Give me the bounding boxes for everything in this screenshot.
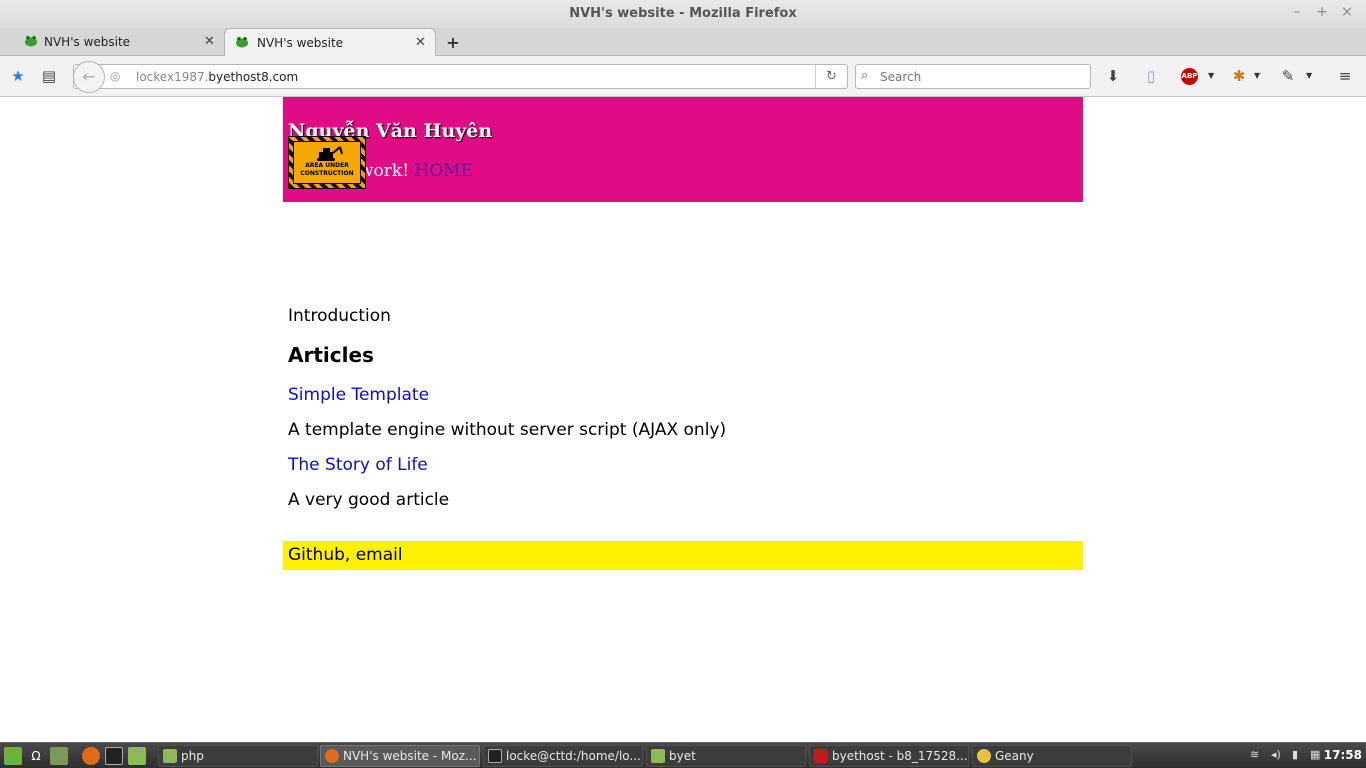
back-arrow-icon[interactable]: ←: [73, 61, 105, 93]
window-title: NVH's website - Mozilla Firefox: [569, 6, 797, 21]
site-footer: Github, email: [283, 541, 1083, 570]
show-desktop-icon[interactable]: [50, 747, 68, 765]
site-header: Nguyễn Văn Huyên Make it work! HOME: [283, 97, 1083, 202]
construction-sign: AREA UNDER CONSTRUCTION: [293, 141, 361, 184]
hamburger-menu-icon[interactable]: ≡: [1335, 66, 1355, 86]
tab-nvh-website-2[interactable]: NVH's website ✕: [224, 28, 436, 57]
tab-strip: NVH's website ✕ NVH's website ✕: [0, 28, 1366, 57]
search-input[interactable]: ⌕ Search: [855, 64, 1091, 89]
wifi-icon[interactable]: ≋: [1250, 748, 1259, 761]
tab-nvh-website-1[interactable]: NVH's website ✕: [22, 28, 222, 56]
taskbar-item-terminal[interactable]: locke@cttd:/home/lo...: [483, 745, 643, 767]
filezilla-icon: [814, 749, 828, 763]
home-link[interactable]: HOME: [414, 161, 473, 181]
task-label: NVH's website - Moz...: [343, 749, 477, 763]
article-link-story-of-life[interactable]: The Story of Life: [288, 455, 428, 475]
excavator-icon: [317, 146, 343, 161]
book-icon[interactable]: ▯: [1141, 66, 1161, 86]
article-description: A template engine without server script …: [288, 420, 727, 440]
navigation-toolbar: ★ ▤ ← ◎ lockex1987.byethost8.com ↻ ⌕ Sea…: [0, 56, 1366, 97]
task-label: Geany: [995, 749, 1034, 763]
task-label: locke@cttd:/home/lo...: [506, 749, 641, 763]
minimize-icon[interactable]: –: [1287, 4, 1307, 20]
introduction-text: Introduction: [288, 306, 391, 326]
under-construction-image: AREA UNDER CONSTRUCTION: [288, 136, 366, 189]
taskbar-item-php[interactable]: php: [158, 745, 318, 767]
search-placeholder: Search: [880, 70, 922, 84]
reload-icon[interactable]: ↻: [815, 65, 847, 88]
taskbar-item-byet[interactable]: byet: [646, 745, 806, 767]
geany-icon: [977, 749, 991, 763]
task-label: php: [181, 749, 204, 763]
chevron-down-icon[interactable]: ▼: [1306, 71, 1312, 80]
taskbar-item-geany[interactable]: Geany: [972, 745, 1132, 767]
terminal-launcher-icon[interactable]: [105, 747, 123, 765]
task-label: byet: [669, 749, 696, 763]
taskbar-item-firefox[interactable]: NVH's website - Moz...: [320, 745, 480, 767]
battery-icon[interactable]: ▮: [1292, 748, 1298, 761]
clock[interactable]: 17:58: [1324, 748, 1362, 762]
window-titlebar: NVH's website - Mozilla Firefox – + ×: [0, 0, 1366, 28]
eyedropper-icon[interactable]: ✎: [1278, 66, 1298, 86]
new-tab-icon[interactable]: +: [445, 33, 461, 52]
close-tab-icon[interactable]: ✕: [204, 34, 215, 49]
taskbar-item-filezilla[interactable]: byethost - b8_17528...: [809, 745, 969, 767]
frog-favicon-icon: [236, 36, 248, 48]
download-icon[interactable]: ⬇: [1103, 66, 1123, 86]
omega-icon[interactable]: Ω: [27, 747, 45, 765]
firefox-icon: [325, 749, 339, 763]
folder-icon: [651, 749, 665, 763]
url-bar[interactable]: ← ◎ lockex1987.byethost8.com ↻: [73, 61, 848, 93]
taskbar: Ω php NVH's website - Moz... locke@cttd:…: [0, 742, 1366, 768]
tab-label: NVH's website: [44, 35, 131, 49]
article-link-simple-template[interactable]: Simple Template: [288, 385, 429, 405]
close-tab-icon[interactable]: ✕: [415, 35, 426, 50]
task-label: byethost - b8_17528...: [832, 749, 968, 763]
articles-heading: Articles: [288, 343, 374, 367]
chevron-down-icon[interactable]: ▼: [1208, 71, 1214, 80]
reading-list-icon[interactable]: ▤: [39, 66, 59, 86]
files-launcher-icon[interactable]: [128, 747, 146, 765]
globe-icon[interactable]: ◎: [110, 69, 120, 83]
bookmark-star-icon[interactable]: ★: [8, 66, 28, 86]
article-description: A very good article: [288, 490, 450, 510]
frog-favicon-icon: [25, 35, 37, 47]
chevron-down-icon[interactable]: ▼: [1254, 71, 1260, 80]
maximize-icon[interactable]: +: [1312, 4, 1332, 20]
search-icon: ⌕: [861, 68, 869, 83]
url-domain: byethost8.com: [208, 70, 299, 84]
keyboard-icon[interactable]: ▦: [1310, 748, 1320, 761]
construction-sign-text: AREA UNDER CONSTRUCTION: [300, 162, 354, 177]
url-host-prefix: lockex1987.: [136, 70, 209, 84]
terminal-icon: [488, 749, 502, 763]
tab-label: NVH's website: [257, 36, 344, 50]
volume-icon[interactable]: ◂): [1271, 748, 1281, 761]
adblock-icon[interactable]: ABP: [1181, 68, 1198, 85]
close-window-icon[interactable]: ×: [1337, 4, 1357, 20]
mint-menu-icon[interactable]: [4, 747, 22, 765]
footer-text: Github, email: [288, 545, 403, 565]
firebug-icon[interactable]: ✱: [1229, 66, 1249, 86]
folder-icon: [163, 749, 177, 763]
url-text[interactable]: lockex1987.byethost8.com: [136, 70, 298, 84]
firefox-launcher-icon[interactable]: [82, 747, 100, 765]
